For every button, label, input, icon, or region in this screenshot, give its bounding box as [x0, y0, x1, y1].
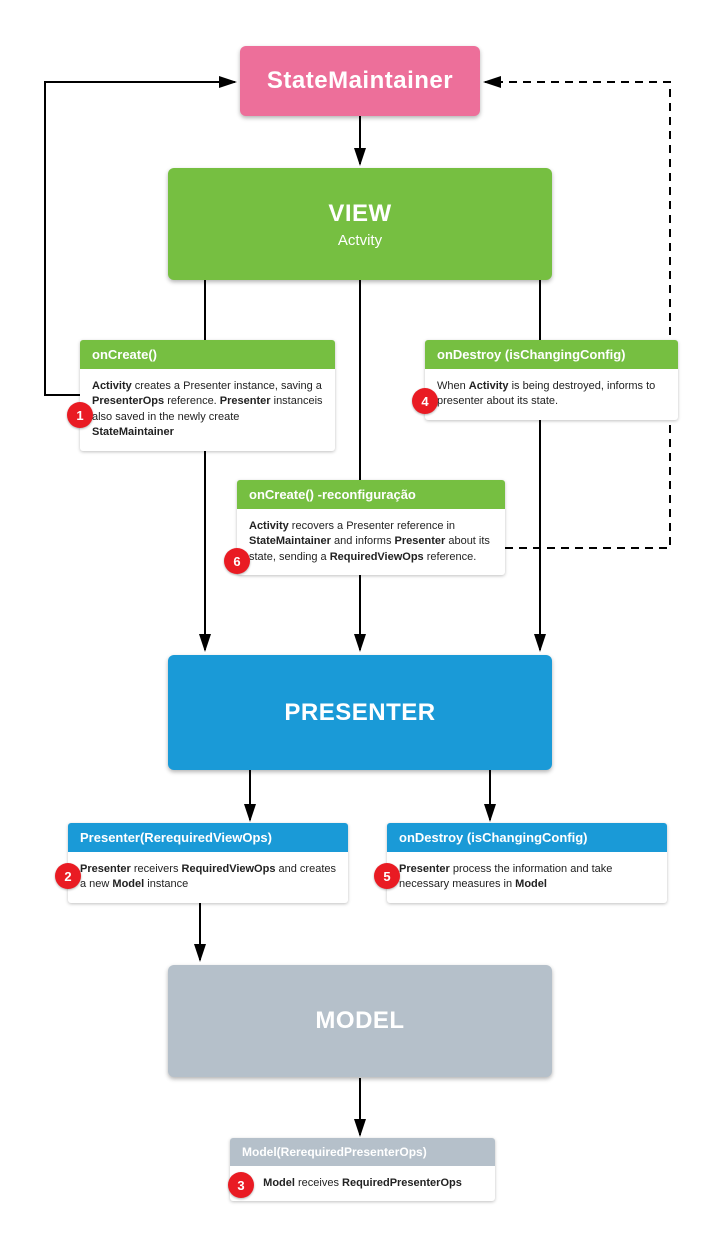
state-maintainer-title: StateMaintainer	[267, 67, 453, 95]
model-ctor-header: Model(RerequiredPresenterOps)	[230, 1138, 495, 1166]
oncreate-reconfig-header: onCreate() -reconfiguração	[237, 480, 505, 509]
badge-1: 1	[67, 402, 93, 428]
oncreate-reconfig-body: Activity recovers a Presenter reference …	[237, 509, 505, 575]
badge-2: 2	[55, 863, 81, 889]
model-ctor-card: Model(RerequiredPresenterOps) Model rece…	[230, 1138, 495, 1201]
view-subtitle: Actvity	[338, 232, 382, 249]
ondestroy-presenter-header: onDestroy (isChangingConfig)	[387, 823, 667, 852]
ondestroy-view-header: onDestroy (isChangingConfig)	[425, 340, 678, 369]
presenter-title: PRESENTER	[284, 699, 435, 727]
oncreate-header: onCreate()	[80, 340, 335, 369]
badge-6: 6	[224, 548, 250, 574]
oncreate-card: onCreate() Activity creates a Presenter …	[80, 340, 335, 451]
presenter-block: PRESENTER	[168, 655, 552, 770]
diagram-canvas: StateMaintainer VIEW Actvity onCreate() …	[0, 0, 720, 1253]
view-title: VIEW	[328, 200, 391, 228]
model-ctor-body: Model receives RequiredPresenterOps	[230, 1166, 495, 1201]
badge-3: 3	[228, 1172, 254, 1198]
presenter-ctor-header: Presenter(RerequiredViewOps)	[68, 823, 348, 852]
model-title: MODEL	[315, 1007, 404, 1035]
presenter-ctor-card: Presenter(RerequiredViewOps) Presenter r…	[68, 823, 348, 903]
ondestroy-view-card: onDestroy (isChangingConfig) When Activi…	[425, 340, 678, 420]
model-block: MODEL	[168, 965, 552, 1077]
ondestroy-view-body: When Activity is being destroyed, inform…	[425, 369, 678, 420]
oncreate-reconfig-card: onCreate() -reconfiguração Activity reco…	[237, 480, 505, 575]
oncreate-body: Activity creates a Presenter instance, s…	[80, 369, 335, 451]
ondestroy-presenter-card: onDestroy (isChangingConfig) Presenter p…	[387, 823, 667, 903]
presenter-ctor-body: Presenter receivers RequiredViewOps and …	[68, 852, 348, 903]
badge-4: 4	[412, 388, 438, 414]
ondestroy-presenter-body: Presenter process the information and ta…	[387, 852, 667, 903]
badge-5: 5	[374, 863, 400, 889]
state-maintainer-block: StateMaintainer	[240, 46, 480, 116]
view-block: VIEW Actvity	[168, 168, 552, 280]
